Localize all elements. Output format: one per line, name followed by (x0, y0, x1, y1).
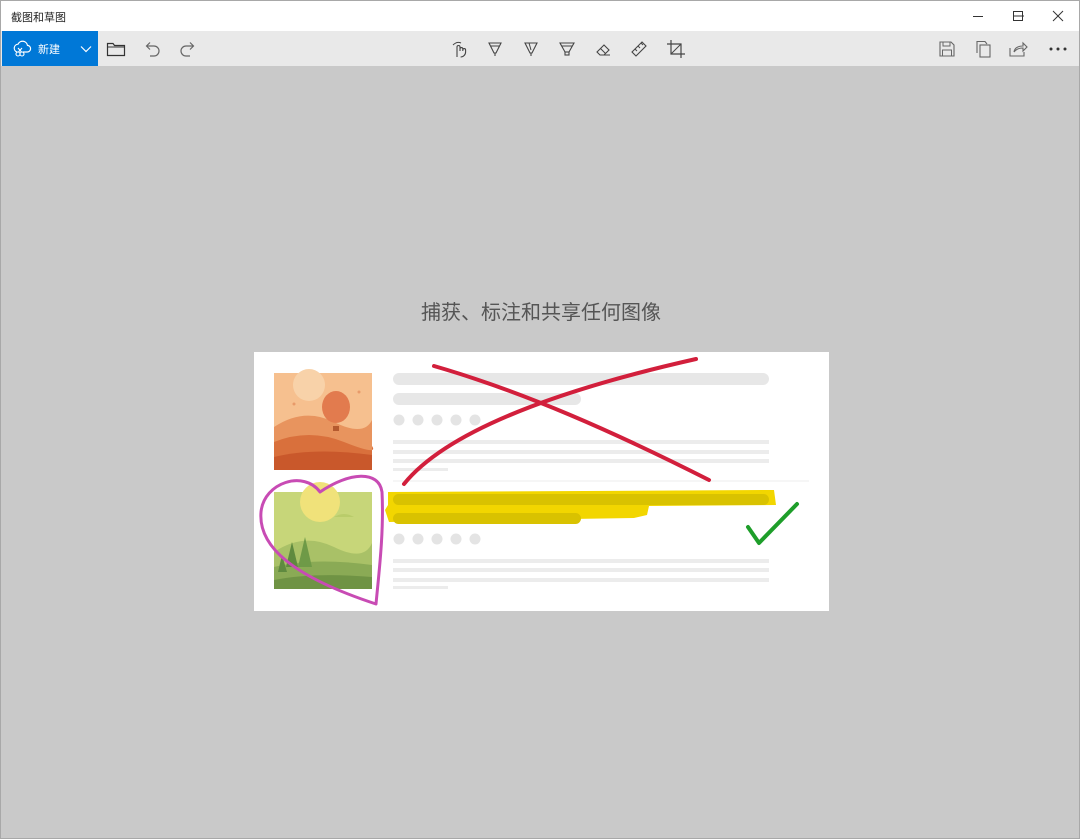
more-icon (1049, 47, 1067, 51)
save-button[interactable] (936, 38, 958, 60)
maximize-icon (1013, 11, 1023, 21)
placeholder-rating-dots (393, 533, 481, 545)
save-icon (939, 41, 955, 57)
chevron-down-icon (80, 45, 91, 52)
green-check-annotation (746, 502, 799, 545)
welcome-illustration (254, 352, 829, 611)
pencil-icon (524, 42, 538, 56)
close-icon (1052, 10, 1064, 22)
minimize-icon (973, 16, 983, 17)
ballpoint-pen-button[interactable] (484, 38, 506, 60)
forest-landscape-image (274, 482, 372, 589)
more-button[interactable] (1047, 38, 1069, 60)
placeholder-text-line (393, 559, 769, 563)
undo-icon (145, 42, 160, 57)
copy-button[interactable] (972, 38, 994, 60)
snip-cloud-icon (12, 39, 32, 59)
balloon-landscape-image (274, 369, 374, 470)
touch-writing-icon (452, 41, 467, 58)
share-button[interactable] (1007, 38, 1029, 60)
pencil-button[interactable] (520, 38, 542, 60)
ruler-button[interactable] (628, 38, 650, 60)
copy-icon (976, 40, 991, 58)
ruler-icon (631, 41, 647, 57)
redo-button[interactable] (177, 38, 199, 60)
placeholder-text-line (393, 450, 769, 454)
placeholder-text-line (393, 586, 448, 589)
placeholder-rating-dots (393, 414, 481, 426)
highlighter-button[interactable] (556, 38, 578, 60)
share-icon (1009, 41, 1028, 57)
crop-button[interactable] (665, 38, 687, 60)
ballpoint-pen-icon (488, 42, 502, 56)
new-snip-button[interactable]: 新建 (2, 31, 73, 66)
folder-icon (106, 42, 126, 57)
placeholder-text-line (393, 578, 769, 582)
placeholder-text-line (393, 568, 769, 572)
undo-button[interactable] (141, 38, 163, 60)
maximize-button[interactable] (998, 1, 1038, 31)
title-bar: 截图和草图 (1, 1, 1079, 31)
placeholder-title-bar (393, 373, 769, 385)
crop-icon (667, 40, 685, 58)
eraser-icon (596, 44, 610, 56)
yellow-highlight-annotation (385, 490, 776, 524)
close-button[interactable] (1038, 1, 1078, 31)
toolbar: 新建 (1, 31, 1079, 66)
eraser-button[interactable] (592, 38, 614, 60)
touch-writing-button[interactable] (449, 38, 471, 60)
app-window: 截图和草图 新建 捕获、标注和共享任何图像 (0, 0, 1080, 839)
redo-icon (180, 42, 195, 57)
welcome-headline: 捕获、标注和共享任何图像 (421, 302, 661, 324)
highlighter-icon (559, 42, 575, 56)
minimize-button-alt[interactable] (958, 1, 998, 31)
new-snip-options-button[interactable] (73, 31, 98, 66)
illustration-graphic (259, 357, 809, 606)
new-snip-label: 新建 (38, 43, 60, 56)
placeholder-text-line (393, 459, 769, 463)
window-title: 截图和草图 (11, 12, 66, 24)
open-file-button[interactable] (105, 38, 127, 60)
